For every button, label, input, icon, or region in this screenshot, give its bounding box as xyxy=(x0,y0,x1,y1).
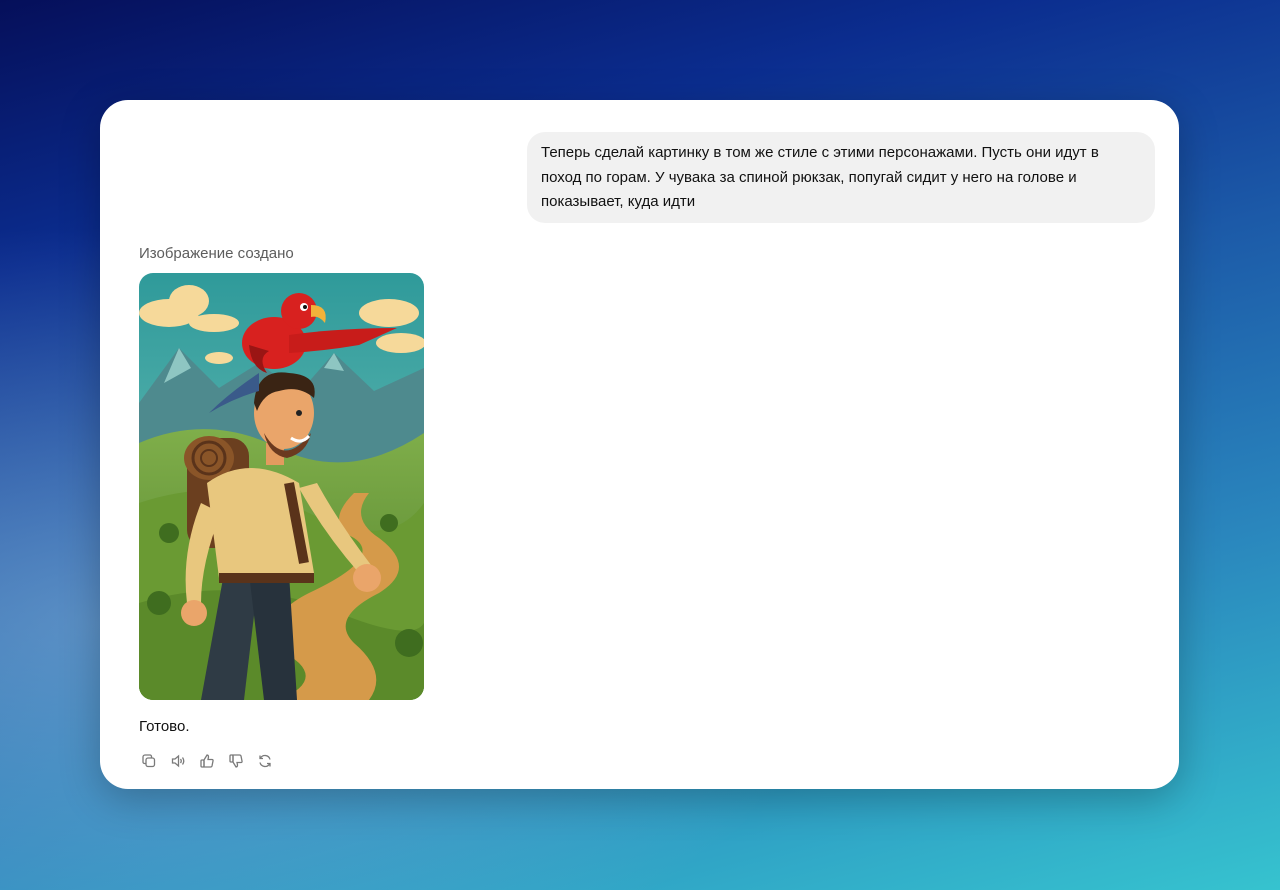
image-status-label: Изображение создано xyxy=(139,245,294,262)
thumbs-down-icon xyxy=(229,754,243,768)
like-button[interactable] xyxy=(197,751,217,771)
read-aloud-button[interactable] xyxy=(168,751,188,771)
assistant-reply-text: Готово. xyxy=(139,718,190,735)
generated-image[interactable] xyxy=(139,273,424,700)
user-message-bubble: Теперь сделай картинку в том же стиле с … xyxy=(527,132,1155,223)
regenerate-button[interactable] xyxy=(255,751,275,771)
user-message-text: Теперь сделай картинку в том же стиле с … xyxy=(541,144,1099,210)
copy-button[interactable] xyxy=(139,751,159,771)
message-actions xyxy=(139,751,275,771)
chat-window: Теперь сделай картинку в том же стиле с … xyxy=(100,100,1179,789)
thumbs-up-icon xyxy=(200,754,214,768)
dislike-button[interactable] xyxy=(226,751,246,771)
speaker-icon xyxy=(171,754,185,768)
regenerate-icon xyxy=(259,754,271,768)
hiker-parrot-illustration xyxy=(139,273,424,700)
copy-icon xyxy=(142,754,156,768)
